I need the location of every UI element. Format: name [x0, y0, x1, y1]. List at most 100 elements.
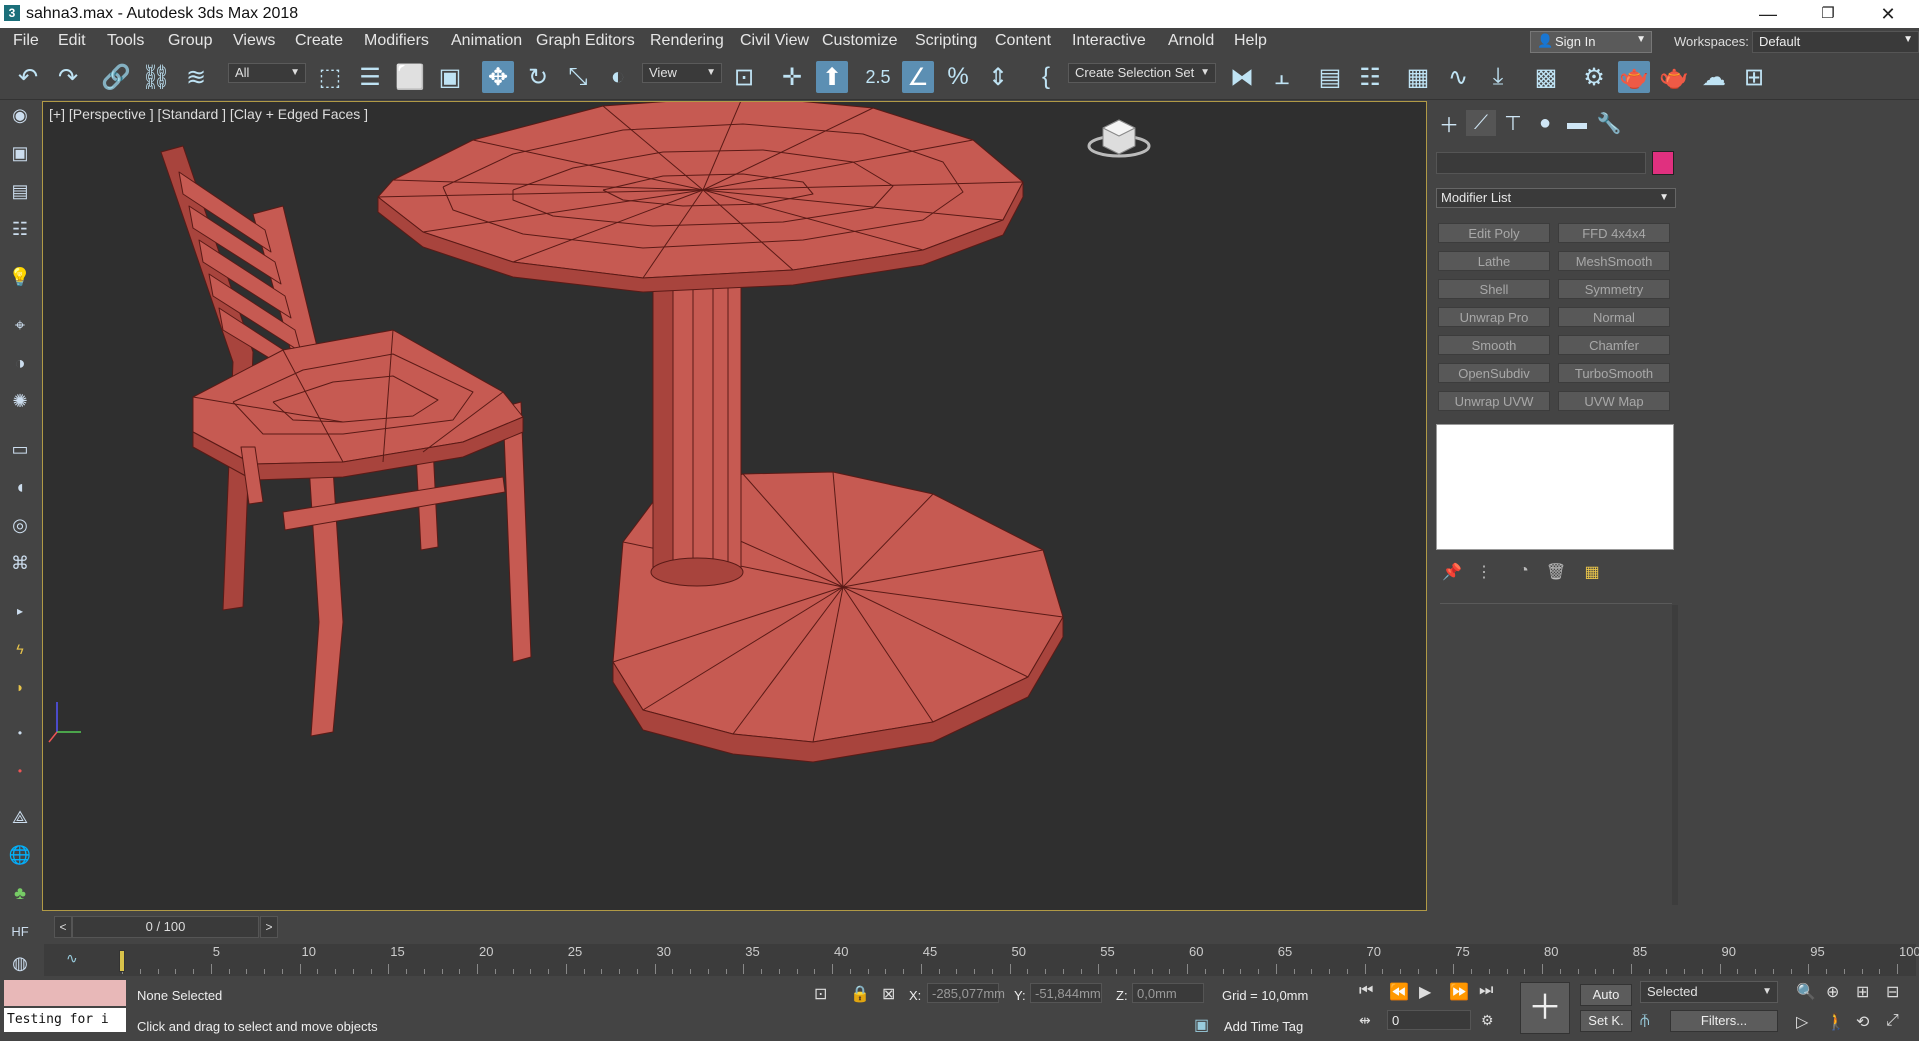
edit-named-selection-icon[interactable]: { — [1030, 61, 1062, 93]
set-key-button[interactable]: Set K. — [1580, 1010, 1632, 1032]
select-and-move-icon[interactable]: ✥ — [482, 61, 514, 93]
sphere-icon[interactable]: ◖ — [6, 474, 34, 500]
dot-icon[interactable]: • — [6, 720, 34, 746]
menu-content[interactable]: Content — [995, 32, 1051, 50]
next-frame-icon[interactable]: ⏩ — [1449, 982, 1469, 1002]
play-icon[interactable]: ▶ — [1419, 982, 1431, 1002]
layer-explorer-icon[interactable]: ☷ — [1354, 61, 1386, 93]
menu-arnold[interactable]: Arnold — [1168, 32, 1214, 50]
half-moon-icon[interactable]: ◗ — [6, 674, 34, 700]
align-icon[interactable]: ⫠ — [1266, 61, 1298, 93]
field-of-view-icon[interactable]: ▷ — [1796, 1012, 1808, 1032]
reference-coordinate-dropdown[interactable]: View ▼ — [642, 63, 722, 83]
window-crossing-icon[interactable]: ▣ — [434, 61, 466, 93]
hierarchy-icon[interactable]: ☷ — [6, 216, 34, 242]
selection-filter-dropdown[interactable]: All ▼ — [228, 63, 306, 83]
set-key-plus-button[interactable]: ＋ — [1520, 982, 1570, 1034]
object-name-field[interactable] — [1436, 152, 1646, 174]
time-tag-icon[interactable]: ▣ — [1194, 1015, 1209, 1035]
selection-lock-icon[interactable]: 🔒 — [850, 984, 870, 1004]
modifier-unwrap-pro-button[interactable]: Unwrap Pro — [1438, 307, 1550, 327]
rendered-frame-window-icon[interactable]: 🫖 — [1618, 61, 1650, 93]
menu-civil-view[interactable]: Civil View — [740, 32, 809, 50]
zoom-icon[interactable]: 🔍 — [1796, 982, 1816, 1002]
menu-modifiers[interactable]: Modifiers — [364, 32, 429, 50]
display-tab-icon[interactable]: ▬ — [1562, 110, 1592, 136]
shape-icon[interactable]: ⌘ — [6, 550, 34, 576]
modifier-unwrap-uvw-button[interactable]: Unwrap UVW — [1438, 391, 1550, 411]
menu-animation[interactable]: Animation — [451, 32, 522, 50]
zoom-extents-icon[interactable]: ⊞ — [1856, 982, 1869, 1002]
menu-edit[interactable]: Edit — [58, 32, 86, 50]
snaps-toggle-icon[interactable]: 2.5 — [862, 61, 894, 93]
track-bar[interactable]: ∿ 05101520253035404550556065707580859095… — [44, 944, 1919, 976]
camera-icon[interactable]: ⌖ — [6, 312, 34, 338]
arrow-icon[interactable]: ▸ — [6, 598, 34, 624]
close-button[interactable]: ✕ — [1859, 0, 1917, 28]
a360-gallery-icon[interactable]: ⊞ — [1738, 61, 1770, 93]
render-in-cloud-icon[interactable]: ☁ — [1698, 61, 1730, 93]
frame-display[interactable]: 0 / 100 — [72, 916, 259, 938]
populate-icon[interactable]: ◍ — [6, 950, 34, 976]
bind-space-warp-icon[interactable]: ≋ — [180, 61, 212, 93]
modifier-smooth-button[interactable]: Smooth — [1438, 335, 1550, 355]
percent-snap-icon[interactable]: % — [942, 61, 974, 93]
create-tab-plus-icon[interactable]: ＋ — [1434, 110, 1464, 137]
configure-modifier-sets-icon[interactable]: ▦ — [1580, 562, 1604, 582]
layer-icon[interactable]: ▤ — [6, 178, 34, 204]
motion-tab-icon[interactable]: ● — [1530, 110, 1560, 136]
display-icon[interactable]: ▣ — [6, 140, 34, 166]
menu-help[interactable]: Help — [1234, 32, 1267, 50]
modifier-ffd-button[interactable]: FFD 4x4x4 — [1558, 223, 1670, 243]
prev-frame-button[interactable]: < — [54, 916, 72, 938]
previous-frame-icon[interactable]: ⏪ — [1389, 982, 1409, 1002]
time-slider[interactable]: < 0 / 100 > — [44, 912, 1916, 942]
y-coordinate-field[interactable]: -51,844mm — [1030, 983, 1102, 1003]
torus-icon[interactable]: ◎ — [6, 512, 34, 538]
modifier-edit-poly-button[interactable]: Edit Poly — [1438, 223, 1550, 243]
show-end-result-icon[interactable]: ⋮ — [1472, 562, 1496, 582]
go-to-start-icon[interactable]: ⏮ — [1359, 982, 1373, 1000]
hf-icon[interactable]: HF — [6, 918, 34, 944]
auto-key-button[interactable]: Auto — [1580, 984, 1632, 1006]
current-frame-spinner[interactable]: 0 — [1387, 1010, 1471, 1030]
select-and-place-icon[interactable]: ◐ — [602, 61, 634, 93]
mirror-icon[interactable]: ⧓ — [1226, 61, 1258, 93]
absolute-mode-icon[interactable]: ⊠ — [882, 984, 895, 1004]
spinner-snap-icon[interactable]: ⇕ — [982, 61, 1014, 93]
maximize-viewport-icon[interactable]: ⤢ — [1886, 1012, 1899, 1030]
modifier-list-dropdown[interactable]: Modifier List ▼ — [1436, 188, 1676, 208]
schematic-view-icon[interactable]: ⤓ — [1482, 61, 1514, 93]
maxscript-listener-input[interactable]: Testing for i — [4, 1008, 126, 1032]
select-and-scale-icon[interactable]: ⤡ — [562, 61, 594, 93]
menu-file[interactable]: File — [13, 32, 39, 50]
restore-button[interactable]: ❐ — [1799, 0, 1857, 28]
angle-snap-icon[interactable]: ∠ — [902, 61, 934, 93]
scene-explorer-icon[interactable]: ▤ — [1314, 61, 1346, 93]
modifier-turbosmooth-button[interactable]: TurboSmooth — [1558, 363, 1670, 383]
bolt-icon[interactable]: ϟ — [6, 636, 34, 662]
material-editor-icon[interactable]: ▩ — [1530, 61, 1562, 93]
remove-modifier-icon[interactable]: 🗑 — [1544, 562, 1568, 582]
modify-tab-icon[interactable]: ⟋ — [1466, 110, 1496, 136]
menu-scripting[interactable]: Scripting — [915, 32, 977, 50]
sign-in-dropdown[interactable]: 👤 Sign In ▼ — [1530, 31, 1652, 53]
modifier-normal-button[interactable]: Normal — [1558, 307, 1670, 327]
modifier-lathe-button[interactable]: Lathe — [1438, 251, 1550, 271]
next-frame-button[interactable]: > — [260, 916, 278, 938]
modifier-chamfer-button[interactable]: Chamfer — [1558, 335, 1670, 355]
key-filters-button[interactable]: Filters... — [1670, 1010, 1778, 1032]
key-mode-toggle-icon[interactable]: ⇹ — [1359, 1012, 1371, 1029]
box-icon[interactable]: ▭ — [6, 436, 34, 462]
utilities-tab-wrench-icon[interactable]: 🔧 — [1594, 110, 1624, 136]
create-selection-set-dropdown[interactable]: Create Selection Set ▼ — [1068, 63, 1216, 83]
light-icon[interactable]: 💡 — [6, 264, 34, 290]
unlink-icon[interactable]: ⛓ — [140, 61, 172, 93]
menu-customize[interactable]: Customize — [822, 32, 898, 50]
select-and-rotate-icon[interactable]: ↻ — [522, 61, 554, 93]
hierarchy-tab-icon[interactable]: ⊤ — [1498, 110, 1528, 136]
orbit-icon[interactable]: ⟲ — [1856, 1012, 1869, 1032]
helper-icon[interactable]: ◑ — [6, 350, 34, 376]
time-configuration-icon[interactable]: ⚙ — [1481, 1012, 1494, 1029]
rectangular-selection-icon[interactable]: ⬜ — [394, 61, 426, 93]
